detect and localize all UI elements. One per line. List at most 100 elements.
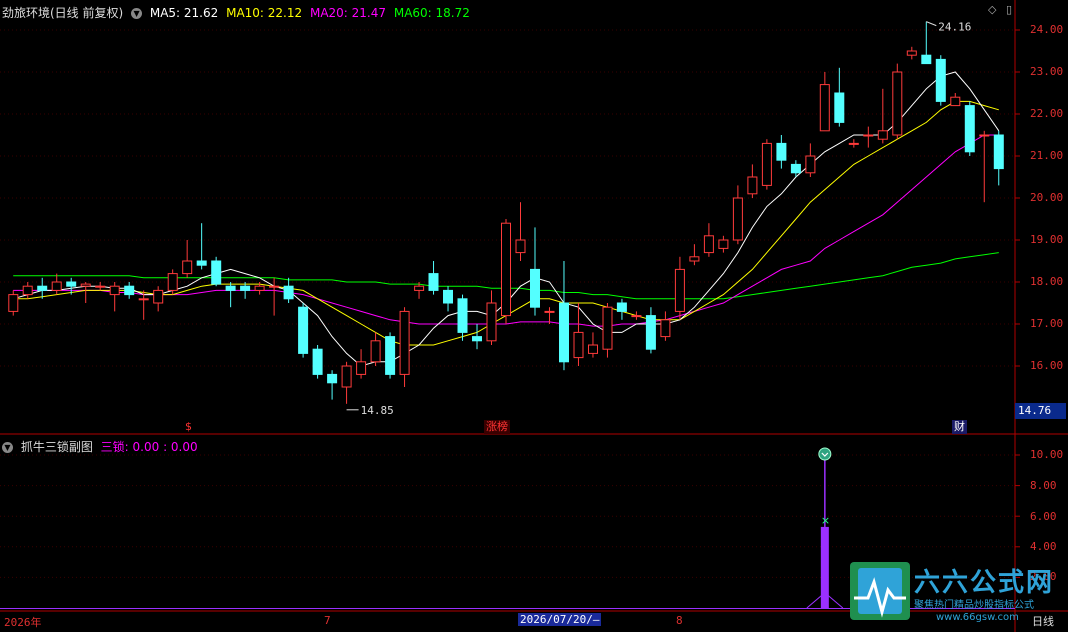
candle — [660, 311, 671, 341]
candle-body — [457, 298, 468, 333]
y-tick: 23.00 — [1030, 65, 1064, 78]
square-icon[interactable]: ▯ — [1006, 3, 1012, 16]
candle — [211, 256, 222, 287]
candle-body — [37, 285, 48, 291]
candle-body — [472, 336, 482, 342]
candle-body — [906, 50, 917, 56]
candle-body — [877, 130, 888, 140]
candle — [674, 256, 685, 320]
candle-body — [443, 289, 453, 304]
candle-body — [486, 302, 497, 342]
candle-body — [515, 239, 526, 254]
event-marker[interactable]: $ — [183, 420, 194, 434]
candle-body — [790, 163, 801, 174]
candle — [834, 67, 845, 127]
y-tick: 21.00 — [1030, 149, 1064, 162]
candle — [472, 324, 482, 350]
candle — [848, 139, 859, 148]
candle-body — [428, 273, 439, 291]
candle — [906, 46, 917, 60]
candle — [559, 261, 569, 371]
candle — [298, 303, 309, 358]
candle-body — [588, 344, 598, 354]
signal-badge-icon — [818, 447, 832, 461]
diamond-icon[interactable]: ◇ — [988, 3, 996, 16]
candle-body — [921, 54, 932, 65]
candle — [631, 311, 642, 320]
kline-chart[interactable]: × 24.16 14.85 — [0, 0, 1068, 632]
candle — [805, 143, 816, 177]
candle — [993, 130, 1004, 186]
event-marker[interactable]: 涨榜 — [484, 420, 510, 434]
candle-body — [703, 235, 714, 254]
candle-body — [341, 365, 352, 388]
candle-body — [863, 134, 874, 137]
candle — [167, 269, 178, 295]
candle-body — [718, 239, 729, 249]
candle — [341, 361, 352, 404]
sub-lock-label: 三锁: 0.00 : 0.00 — [100, 440, 198, 454]
candle — [602, 303, 613, 358]
candle — [732, 185, 743, 245]
y-tick: 10.00 — [1030, 448, 1064, 461]
candle-body — [674, 268, 685, 312]
candle — [747, 164, 758, 198]
candle-body — [573, 331, 584, 359]
candle — [109, 282, 120, 312]
candle — [80, 282, 91, 303]
x-tick: 8 — [676, 614, 683, 627]
candle-body — [8, 294, 19, 312]
candle-body — [645, 315, 656, 350]
candle — [819, 72, 830, 132]
candle — [515, 202, 526, 261]
y-tick: 17.00 — [1030, 317, 1064, 330]
candle — [573, 303, 584, 366]
candle — [588, 332, 598, 358]
candle — [196, 223, 207, 270]
candle — [312, 345, 323, 379]
candle-body — [370, 340, 381, 363]
candle-body — [660, 319, 671, 338]
y-tick: 19.00 — [1030, 233, 1064, 246]
candle-body — [240, 285, 251, 291]
candle-body — [761, 142, 772, 186]
candle-body — [892, 71, 903, 136]
low-label: 14.85 — [361, 404, 394, 417]
candle — [457, 294, 468, 341]
candle-body — [776, 142, 787, 161]
y-tick: 8.00 — [1030, 479, 1057, 492]
candle-body — [153, 289, 164, 304]
cursor-date: 2026/07/20/— — [518, 613, 602, 626]
candle-body — [399, 310, 410, 375]
candle-body — [22, 285, 33, 296]
window-controls: ◇ ▯ — [988, 3, 1012, 16]
watermark-slogan: 聚焦热门精品炒股指标公式 — [914, 600, 1034, 611]
x-tick: 2026年 — [4, 616, 42, 629]
candle — [51, 273, 62, 295]
candle-body — [283, 285, 294, 300]
current-price-tag: 14.76 — [1015, 403, 1066, 419]
candle-body — [602, 306, 613, 350]
candle — [22, 282, 33, 299]
sub-title[interactable]: 抓牛三锁副图 — [21, 440, 93, 454]
chevron-down-icon[interactable]: ▼ — [131, 8, 143, 19]
chevron-down-icon[interactable]: ▼ — [2, 442, 13, 453]
event-marker[interactable]: 财 — [952, 420, 967, 434]
candle-body — [805, 155, 816, 174]
stock-title[interactable]: 劲旅环境(日线 前复权) — [2, 6, 123, 20]
candle-body — [138, 298, 149, 301]
candle — [124, 282, 135, 299]
candle — [37, 277, 48, 299]
ma20-label: MA20: 21.47 — [309, 6, 387, 20]
y-tick: 22.00 — [1030, 107, 1064, 120]
candle-body — [298, 306, 309, 354]
candle-body — [950, 96, 961, 107]
watermark-url: www.66gsw.com — [936, 612, 1019, 623]
y-tick: 4.00 — [1030, 540, 1057, 553]
candle-body — [167, 273, 178, 291]
candle — [8, 290, 19, 316]
candle — [689, 244, 700, 266]
candle — [153, 286, 164, 312]
candle-body — [689, 256, 700, 262]
candle-body — [254, 285, 265, 291]
